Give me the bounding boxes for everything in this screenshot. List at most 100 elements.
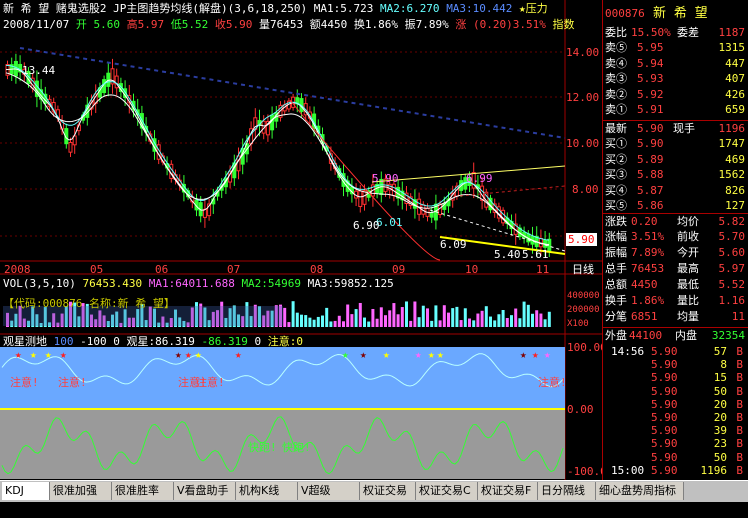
tick-direction: B — [736, 424, 743, 438]
amplitude-label: 振7.89% — [404, 18, 449, 31]
buy-volume: 127 — [725, 199, 745, 212]
volume-bar — [350, 314, 354, 327]
volume-bar — [526, 304, 530, 327]
buy-volume: 1747 — [718, 137, 746, 150]
volume-bar — [543, 319, 547, 327]
weibi-value: 15.50% — [631, 26, 671, 39]
indicator-tab-8[interactable]: 权证交易F — [478, 482, 538, 500]
obs-p2: -100 — [80, 335, 107, 348]
star-icon: ★ — [360, 348, 367, 361]
sell-volume: 407 — [725, 72, 745, 85]
indicator-tab-bar: KDJ 很准加强 很准胜率 V看盘助手 机构K线(修 V超级MACD 权证交易B 权证交易C 权… — [0, 480, 748, 515]
sell-volume: 447 — [725, 56, 745, 70]
stat-value: 6851 — [631, 310, 658, 323]
sell-volume: 659 — [725, 103, 745, 116]
indicator-tab-4[interactable]: 机构K线(修 — [236, 482, 298, 515]
star-icon: ★ — [544, 348, 551, 361]
star-icon: ★ — [175, 348, 182, 361]
tick-direction: B — [736, 345, 743, 358]
tick-volume: 1196 — [700, 463, 728, 477]
sell-level-label: 卖⑤ — [605, 41, 627, 54]
chart-area[interactable]: ★ ★ ★ ★ ★ ★ ★ ★ ★ ★ ★ ★ ★ ★ ★ ★ ★ 新 希 望 赌鬼选股2 JP主图趋势均线(解… — [0, 0, 607, 480]
tick-direction: B — [736, 358, 743, 372]
attention-note: 注意! — [58, 376, 87, 389]
sell-row[interactable]: 卖① 5.91 659 — [603, 102, 748, 117]
buy-level-label: 买① — [605, 137, 627, 150]
buy-row[interactable]: 买③ 5.88 1562 — [603, 167, 748, 182]
tick-row: 5.90 15 B — [603, 371, 748, 384]
obs-value: 观星:86.319 — [126, 335, 195, 348]
tick-row: 5.90 23 B — [603, 437, 748, 450]
amount-label: 额4450 — [309, 18, 348, 31]
sell-price: 5.94 — [637, 56, 664, 70]
indicator-tab-1[interactable]: 很准加强 — [50, 482, 112, 500]
sell-row[interactable]: 卖④ 5.94 447 — [603, 56, 748, 71]
buy-row[interactable]: 买④ 5.87 826 — [603, 183, 748, 198]
date-tick: 08 — [310, 263, 324, 276]
ma2-value: MA2:6.270 — [379, 2, 440, 15]
stat-row: 振幅 7.89% 今开 5.60 — [603, 245, 748, 260]
buy-level-label: 买② — [605, 152, 627, 166]
hand-label: 现手 — [673, 122, 695, 135]
vol-ma2: MA2:54969 — [241, 277, 302, 290]
tick-row: 5.90 50 B — [603, 451, 748, 464]
volume-bar — [413, 301, 417, 327]
kline-canvas[interactable]: ★ ★ ★ ★ ★ ★ ★ ★ ★ ★ ★ ★ ★ ★ ★ ★ ★ — [0, 0, 602, 480]
tick-row: 14:56 5.90 57 B — [603, 345, 748, 358]
volume-bar — [510, 315, 513, 327]
stat-value: 5.70 — [718, 230, 746, 243]
indicator-tab-2[interactable]: 很准胜率 — [112, 482, 174, 500]
indicator-tab-5[interactable]: V超级MACD — [298, 482, 360, 515]
price-annotation: 6.01 — [376, 216, 403, 229]
inner-value: 32354 — [711, 329, 745, 342]
tick-price: 5.90 — [651, 437, 678, 451]
volume-bar — [497, 314, 501, 327]
volume-bar — [417, 317, 421, 327]
indicator-tab-7[interactable]: 权证交易C — [416, 482, 478, 500]
tick-volume: 50 — [713, 450, 727, 464]
buy-row[interactable]: 买② 5.89 469 — [603, 152, 748, 167]
ma1-value: MA1:5.723 — [313, 2, 374, 15]
buy-price: 5.86 — [637, 199, 664, 212]
indicator-tab-9[interactable]: 日分隔线 — [538, 482, 596, 500]
volume-bar — [367, 321, 371, 327]
date-tick: 05 — [90, 263, 104, 276]
indicator-tab-0[interactable]: KDJ — [2, 482, 50, 500]
date-tick: 06 — [155, 263, 169, 276]
run-note: 快跑! — [282, 441, 311, 454]
volume-bar — [304, 315, 308, 327]
star-icon: ★ — [15, 348, 22, 361]
turnover-label: 换1.86% — [353, 18, 398, 31]
sell-row[interactable]: 卖⑤ 5.95 1315 — [603, 40, 748, 55]
buy-row[interactable]: 买① 5.90 1747 — [603, 136, 748, 151]
latest-row: 最新 5.90 现手 1196 — [603, 120, 748, 136]
date-tick: 11 — [536, 263, 550, 276]
volume-bar — [547, 311, 551, 327]
volume-bar — [400, 307, 404, 327]
volume-bar — [312, 319, 316, 327]
tick-time: 15:00 — [611, 463, 645, 477]
attention-note: 注意! — [196, 376, 225, 389]
volume-bar — [379, 307, 383, 327]
volume-bar — [505, 317, 509, 327]
stat-label: 振幅 — [605, 246, 627, 259]
tick-direction: B — [736, 371, 743, 385]
buy-row[interactable]: 买⑤ 5.86 127 — [603, 198, 748, 213]
indicator-title[interactable]: 赌鬼选股2 JP主图趋势均线(解盘)(3,6,18,250) — [56, 2, 307, 15]
sell-row[interactable]: 卖③ 5.93 407 — [603, 71, 748, 86]
volume-bar — [321, 315, 324, 327]
indicator-tab-6[interactable]: 权证交易B — [360, 482, 416, 515]
price-annotation: 5.61 — [522, 248, 549, 261]
period-label[interactable]: 日线 — [572, 263, 594, 276]
outer-inner-row: 外盘 44100 内盘 32354 — [603, 327, 748, 343]
stock-code: 000876 — [605, 7, 645, 20]
index-label: 指数 — [552, 18, 575, 31]
stat-label: 换手 — [605, 294, 627, 307]
sell-row[interactable]: 卖② 5.92 426 — [603, 87, 748, 102]
indicator-tab-3[interactable]: V看盘助手 — [174, 482, 236, 500]
open-label: 开 5.60 — [75, 18, 120, 31]
stat-label: 均量 — [677, 310, 699, 323]
indicator-tab-10[interactable]: 细心盘势周指标 — [596, 482, 684, 500]
volume-bar — [514, 308, 518, 327]
volume-bar — [455, 306, 459, 327]
